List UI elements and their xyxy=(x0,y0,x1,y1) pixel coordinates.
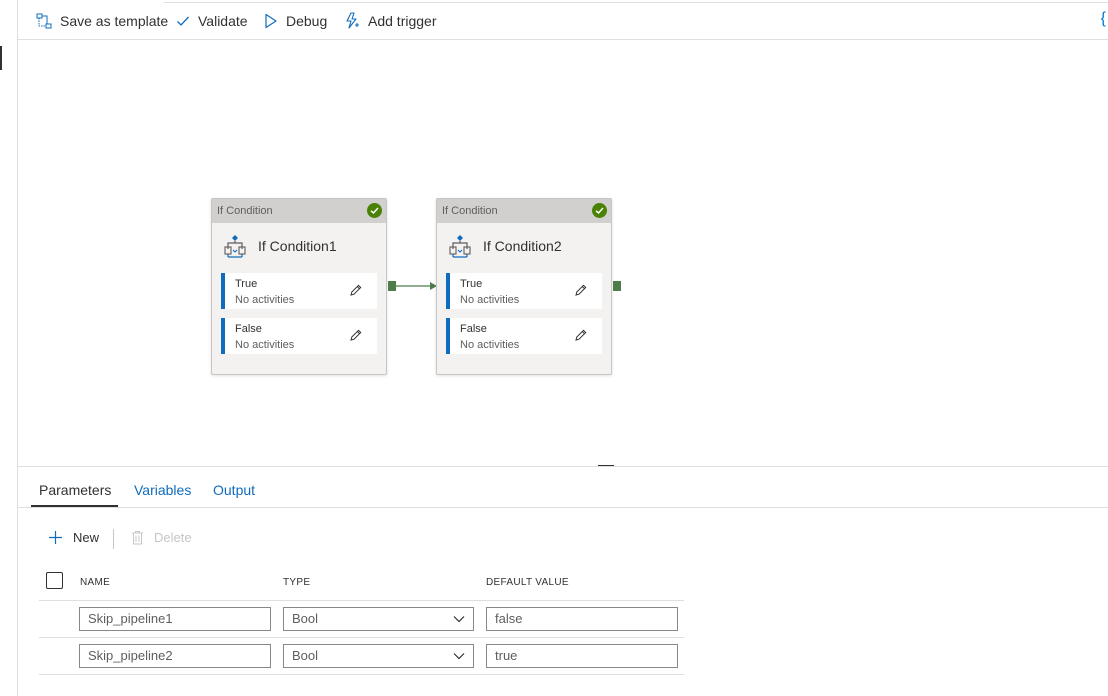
plus-icon xyxy=(49,531,62,544)
activity-name: If Condition2 xyxy=(483,238,562,254)
column-header-name: NAME xyxy=(80,577,111,588)
branch-false[interactable]: False No activities xyxy=(446,318,602,354)
branch-label: True xyxy=(460,278,483,290)
pencil-icon[interactable] xyxy=(574,284,587,297)
activity-if-condition1[interactable]: If Condition If Condition1 True No activ… xyxy=(211,198,387,375)
column-header-default-value: DEFAULT VALUE xyxy=(486,577,569,588)
chevron-down-icon xyxy=(453,616,465,623)
pencil-icon[interactable] xyxy=(349,329,362,342)
table-row: Skip_pipeline1 Bool false xyxy=(39,601,684,638)
lightning-icon xyxy=(346,12,359,29)
toolbar-top-border xyxy=(164,0,1108,3)
parameter-name-input[interactable]: Skip_pipeline1 xyxy=(79,607,271,631)
select-all-checkbox[interactable] xyxy=(46,572,63,589)
parameter-type-value: Bool xyxy=(292,648,319,663)
branch-status: No activities xyxy=(460,294,520,306)
parameter-type-select[interactable]: Bool xyxy=(283,607,474,631)
if-condition-icon xyxy=(224,235,246,258)
branch-status: No activities xyxy=(235,339,295,351)
pencil-icon[interactable] xyxy=(574,329,587,342)
validate-label: Validate xyxy=(198,13,248,29)
dependency-arrow[interactable] xyxy=(396,281,438,291)
chevron-down-icon xyxy=(453,653,465,660)
success-output-port[interactable] xyxy=(613,281,621,291)
checkmark-icon xyxy=(177,16,189,26)
branch-false[interactable]: False No activities xyxy=(221,318,377,354)
panel-tabs: Parameters Variables Output xyxy=(18,467,1108,508)
parameter-type-value: Bool xyxy=(292,611,319,626)
add-trigger-label: Add trigger xyxy=(368,13,437,29)
branch-label: False xyxy=(235,323,262,335)
activity-type-label: If Condition xyxy=(217,205,273,217)
activity-header: If Condition xyxy=(437,199,611,223)
branch-status: No activities xyxy=(235,294,295,306)
pipeline-toolbar: Save as template Validate Debug Add trig… xyxy=(18,0,1108,40)
parameter-default-input[interactable]: false xyxy=(486,607,678,631)
properties-panel: Parameters Variables Output New Delete N… xyxy=(18,466,1108,696)
if-condition-icon xyxy=(449,235,471,258)
validate-button[interactable]: Validate xyxy=(176,11,248,31)
table-header: NAME TYPE DEFAULT VALUE xyxy=(39,567,684,601)
tab-output[interactable]: Output xyxy=(213,482,255,498)
table-row: Skip_pipeline2 Bool true xyxy=(39,638,684,675)
trash-icon xyxy=(132,531,143,545)
branch-label: False xyxy=(460,323,487,335)
branch-true[interactable]: True No activities xyxy=(221,273,377,309)
play-icon xyxy=(265,13,277,29)
debug-label: Debug xyxy=(286,13,328,29)
active-indicator xyxy=(0,46,2,70)
save-as-template-label: Save as template xyxy=(60,13,169,29)
column-header-type: TYPE xyxy=(283,577,311,588)
activity-header: If Condition xyxy=(212,199,386,223)
branch-label: True xyxy=(235,278,258,290)
parameter-type-select[interactable]: Bool xyxy=(283,644,474,668)
activity-title: If Condition1 xyxy=(224,234,337,258)
tab-variables[interactable]: Variables xyxy=(134,482,191,498)
success-check-icon xyxy=(592,203,607,218)
parameter-name-input[interactable]: Skip_pipeline2 xyxy=(79,644,271,668)
debug-button[interactable]: Debug xyxy=(264,11,327,31)
success-check-icon xyxy=(367,203,382,218)
pencil-icon[interactable] xyxy=(349,284,362,297)
code-view-button[interactable]: { xyxy=(1101,10,1106,28)
left-nav-strip xyxy=(0,0,18,696)
activity-name: If Condition1 xyxy=(258,238,337,254)
branch-status: No activities xyxy=(460,339,520,351)
delete-parameter-button[interactable]: Delete xyxy=(131,530,192,545)
success-output-port[interactable] xyxy=(388,281,396,291)
activity-if-condition2[interactable]: If Condition If Condition2 True No activ… xyxy=(436,198,612,375)
command-separator xyxy=(113,529,114,549)
parameter-default-input[interactable]: true xyxy=(486,644,678,668)
activity-title: If Condition2 xyxy=(449,234,562,258)
pipeline-canvas[interactable]: If Condition If Condition1 True No activ… xyxy=(18,41,1108,466)
new-label: New xyxy=(73,530,100,545)
template-icon xyxy=(36,13,52,29)
new-parameter-button[interactable]: New xyxy=(48,530,99,545)
tab-parameters[interactable]: Parameters xyxy=(39,482,111,498)
parameters-table: NAME TYPE DEFAULT VALUE Skip_pipeline1 B… xyxy=(39,567,684,675)
add-trigger-button[interactable]: Add trigger xyxy=(344,11,436,31)
active-tab-underline xyxy=(31,505,118,507)
activity-type-label: If Condition xyxy=(442,205,498,217)
delete-label: Delete xyxy=(154,530,192,545)
save-as-template-button[interactable]: Save as template xyxy=(36,11,168,31)
branch-true[interactable]: True No activities xyxy=(446,273,602,309)
